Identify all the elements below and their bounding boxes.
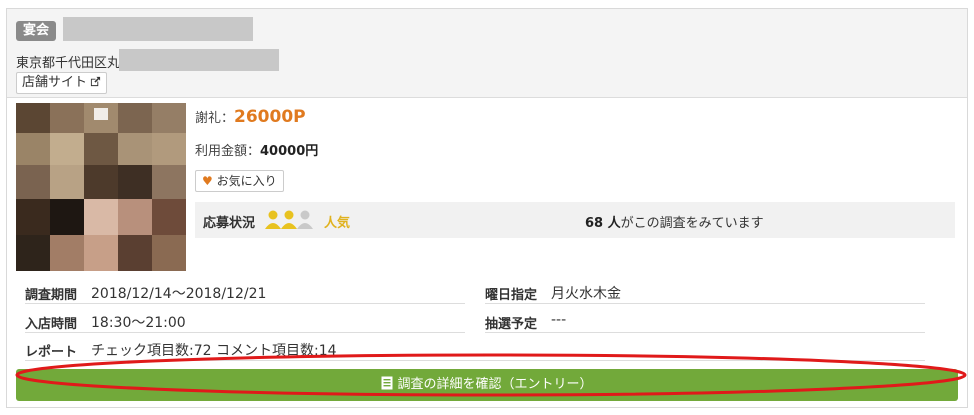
redacted-shop-name: [63, 17, 253, 41]
shop-site-link[interactable]: 店舗サイト: [16, 72, 108, 94]
usage-amount-label: 利用金額：: [195, 144, 261, 159]
reward-label: 謝礼：: [195, 111, 235, 126]
survey-card: 宴会 東京都千代田区丸 店舗サイト 謝礼：26000P 利用金額：40000円 …: [6, 8, 968, 408]
entry-time-label: 入店時間: [25, 317, 78, 332]
status-label: 応募状況: [203, 216, 256, 231]
category-badge: 宴会: [16, 21, 57, 41]
lottery-row: 抽選予定 ---: [485, 310, 925, 333]
entry-time-value: 18:30〜21:00: [91, 315, 186, 331]
heart-icon: ♥: [202, 174, 213, 188]
shop-address: 東京都千代田区丸: [16, 56, 121, 71]
reward-row: 謝礼：26000P: [195, 107, 306, 127]
viewer-count-number: 68 人: [585, 216, 621, 231]
survey-period-row: 調査期間 2018/12/14〜2018/12/21: [25, 281, 465, 304]
usage-amount-row: 利用金額：40000円: [195, 140, 318, 159]
red-highlight-ellipse: [15, 353, 967, 397]
viewer-count: 68 人がこの調査をみています: [585, 212, 764, 231]
day-designation-label: 曜日指定: [485, 288, 538, 303]
usage-amount-value: 40000円: [260, 144, 319, 159]
person-icon: [265, 210, 281, 229]
survey-period-label: 調査期間: [25, 288, 78, 303]
day-designation-value: 月火水木金: [551, 286, 621, 302]
lottery-label: 抽選予定: [485, 317, 538, 332]
card-header: 宴会 東京都千代田区丸 店舗サイト: [7, 9, 967, 98]
popularity-indicator: [265, 210, 313, 229]
person-icon: [281, 210, 297, 229]
shop-site-label: 店舗サイト: [22, 75, 88, 90]
survey-period-value: 2018/12/14〜2018/12/21: [91, 286, 267, 302]
application-status-bar: 応募状況 人気 68 人がこの調査をみています: [195, 202, 955, 238]
viewer-count-suffix: がこの調査をみています: [620, 216, 764, 231]
shop-thumbnail: [16, 103, 186, 271]
favorite-label: お気に入り: [216, 174, 277, 188]
lottery-value: ---: [551, 312, 567, 328]
popularity-text: 人気: [324, 216, 351, 231]
day-designation-row: 曜日指定 月火水木金: [485, 281, 925, 304]
entry-time-row: 入店時間 18:30〜21:00: [25, 310, 465, 333]
favorite-button[interactable]: ♥ お気に入り: [195, 170, 284, 192]
person-icon: [297, 210, 313, 229]
redacted-address: [119, 49, 279, 71]
external-link-icon: [90, 76, 101, 87]
reward-value: 26000P: [234, 107, 306, 127]
